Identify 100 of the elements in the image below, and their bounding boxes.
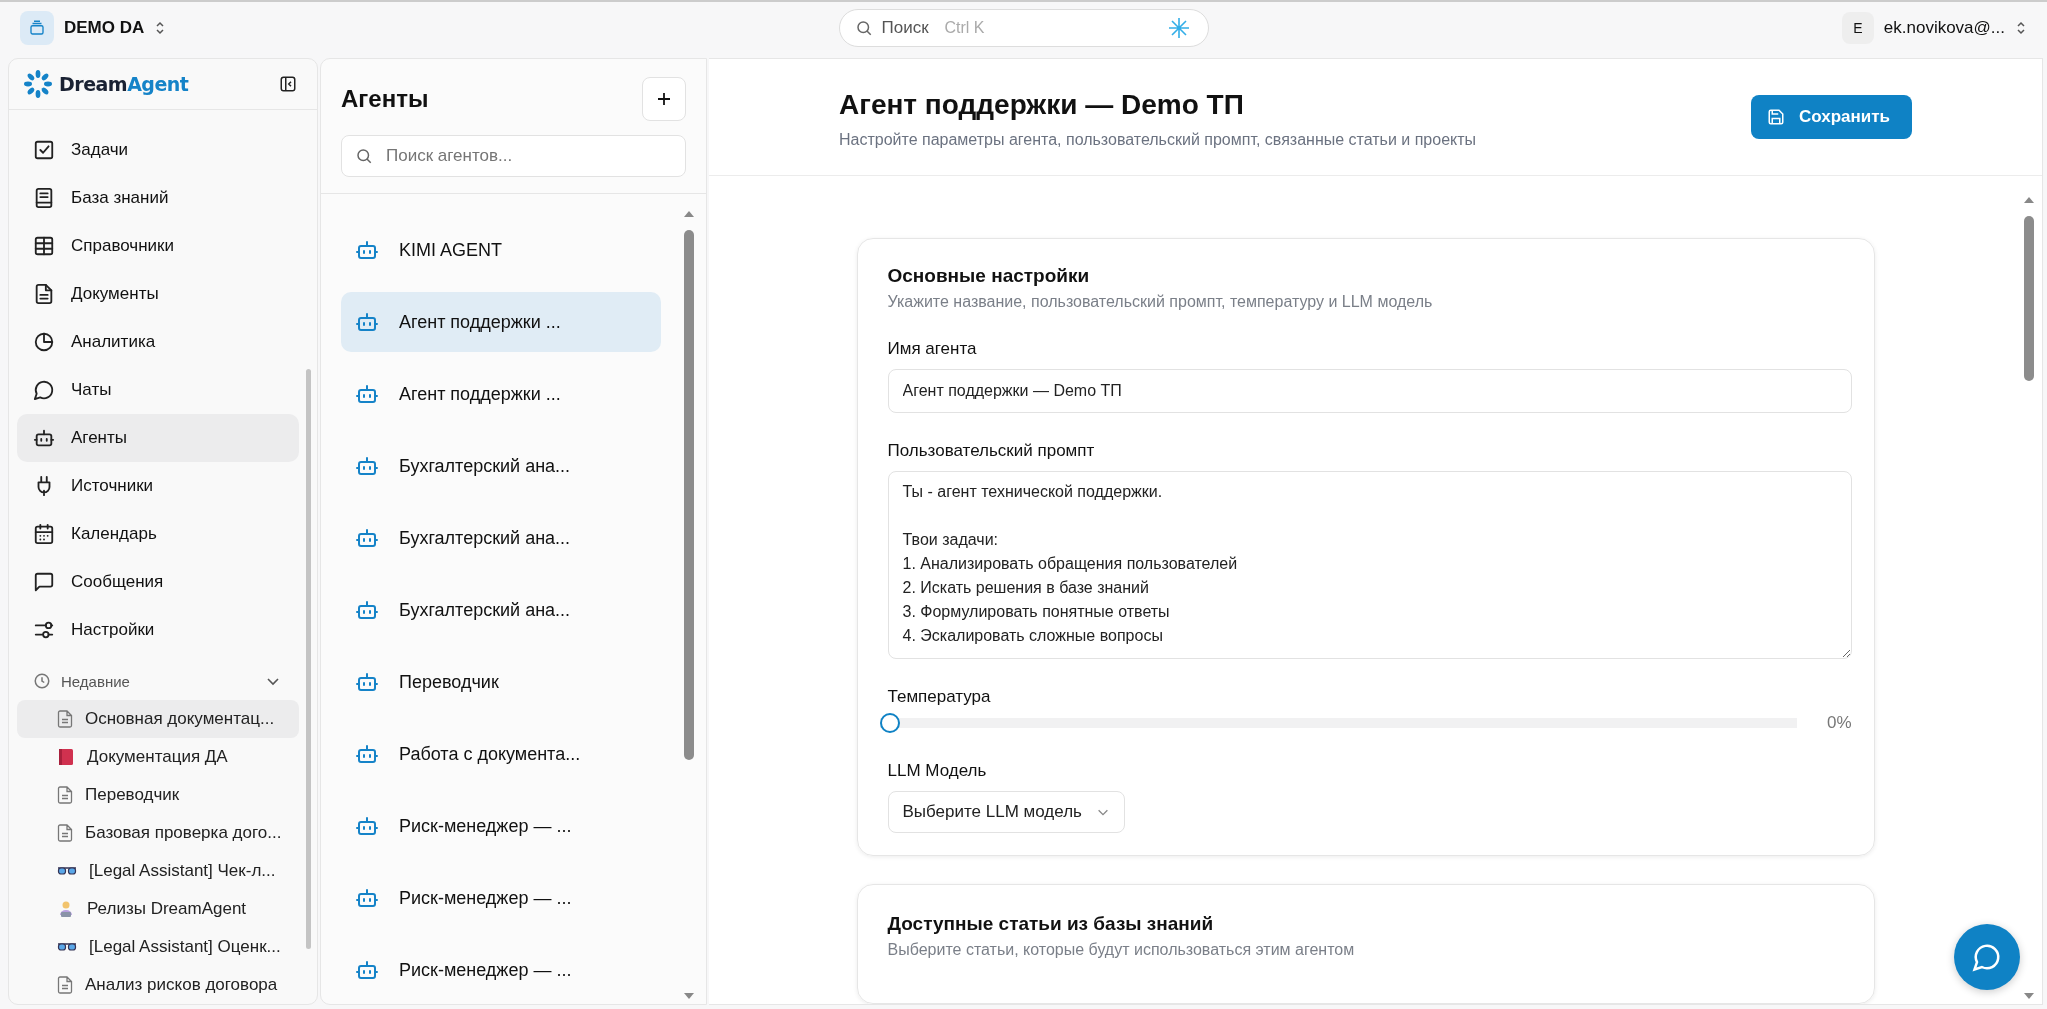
panel-title: Агенты <box>341 85 429 113</box>
shortcut-hint: Ctrl K <box>944 19 985 37</box>
scrollbar-thumb[interactable] <box>2024 216 2034 381</box>
agent-item[interactable]: Риск-менеджер — ... <box>341 940 661 1000</box>
scrollbar-thumb[interactable] <box>684 230 694 760</box>
card-subtitle: Выберите статьи, которые будут использоваться этим агентом <box>887 941 1356 959</box>
sidebar-item[interactable]: Документы <box>17 270 299 318</box>
page-subtitle: Настройте параметры агента, пользовательский промпт, связанные статьи и проекты <box>839 131 1477 149</box>
agent-item[interactable]: Риск-менеджер — ... <box>341 868 661 928</box>
recent-item[interactable]: [Legal Assistant] Чек-л... <box>17 852 299 890</box>
agent-item[interactable]: Агент поддержки ... <box>341 364 661 424</box>
agent-item[interactable]: Риск-менеджер — ... <box>341 796 661 856</box>
card-title: Доступные статьи из базы знаний <box>887 913 1215 935</box>
search-icon <box>355 147 373 165</box>
agent-search-field[interactable]: Поиск агентов... <box>341 135 686 177</box>
plus-icon <box>656 91 672 107</box>
robot-icon <box>355 814 379 838</box>
robot-icon <box>355 310 379 334</box>
agent-item[interactable]: Бухгалтерский ана... <box>341 508 661 568</box>
sidebar-collapse-icon[interactable] <box>279 75 297 93</box>
recent-item[interactable]: Базовая проверка дого... <box>17 814 299 852</box>
document-icon <box>57 976 73 994</box>
document-icon <box>57 786 73 804</box>
card-title: Основные настройки <box>887 265 1091 287</box>
nav-icon <box>33 523 55 545</box>
person-at-laptop-icon <box>57 900 75 918</box>
agent-item[interactable]: KIMI AGENT <box>341 220 661 280</box>
nav-icon <box>33 379 55 401</box>
temperature-reading: 0% <box>1826 713 1852 733</box>
sidebar-item[interactable]: Календарь <box>17 510 299 558</box>
nav-icon <box>33 619 55 641</box>
nav-icon <box>33 235 55 257</box>
agent-item[interactable]: Работа с документа... <box>341 724 661 784</box>
sidebar-item[interactable]: Аналитика <box>17 318 299 366</box>
agent-item[interactable]: Агент поддержки ... <box>341 292 661 352</box>
scroll-down-icon[interactable] <box>683 992 695 1000</box>
clock-icon <box>33 672 51 690</box>
recent-item[interactable]: Релизы DreamAgent <box>17 890 299 928</box>
logo-wordmark: DreamAgent <box>59 73 189 95</box>
recent-item[interactable]: Переводчик <box>17 776 299 814</box>
scroll-down-icon[interactable] <box>2023 992 2035 1000</box>
robot-icon <box>355 238 379 262</box>
scroll-up-icon[interactable] <box>683 210 695 218</box>
nav-icon <box>33 331 55 353</box>
scrollbar[interactable] <box>306 369 311 949</box>
sidebar-item[interactable]: Справочники <box>17 222 299 270</box>
workspace-switcher[interactable]: DEMO DA <box>64 18 145 38</box>
chevron-updown-icon <box>154 20 167 36</box>
scroll-up-icon[interactable] <box>2023 196 2035 204</box>
workspace-icon <box>20 11 54 45</box>
card-subtitle: Укажите название, пользовательский промпт, температуру и LLM модель <box>887 293 1434 311</box>
document-icon <box>57 710 73 728</box>
recent-item[interactable]: Основная документац... <box>17 700 299 738</box>
nav-icon <box>33 283 55 305</box>
save-button[interactable]: Сохранить <box>1750 95 1912 139</box>
sidebar-item[interactable]: База знаний <box>17 174 299 222</box>
agent-item[interactable]: Бухгалтерский ана... <box>341 436 661 496</box>
field-label: LLM Модель <box>887 761 988 781</box>
page-title: Агент поддержки — Demo ТП <box>839 89 1245 121</box>
add-button[interactable] <box>642 77 686 121</box>
robot-icon <box>355 526 379 550</box>
recent-item[interactable]: Документация ДА <box>17 738 299 776</box>
robot-icon <box>355 454 379 478</box>
robot-icon <box>355 742 379 766</box>
field-label: Имя агента <box>887 339 978 359</box>
model-dropdown[interactable]: Выберите LLM модель <box>887 791 1125 833</box>
sidebar-item[interactable]: Задачи <box>17 126 299 174</box>
chat-icon <box>1972 942 2002 972</box>
search-icon <box>854 19 873 37</box>
user-avatar[interactable]: E <box>1841 12 1874 44</box>
recent-item[interactable]: [Legal Assistant] Оценк... <box>17 928 299 966</box>
chat-button[interactable] <box>1954 924 2020 990</box>
user-name[interactable]: ek.novikova@... <box>1883 18 2005 38</box>
agent-item[interactable]: Переводчик <box>341 652 661 712</box>
recent-heading[interactable]: Недавние <box>61 672 255 690</box>
glasses-icon <box>57 865 77 877</box>
robot-icon <box>355 382 379 406</box>
robot-icon <box>355 886 379 910</box>
recent-item[interactable]: Анализ рисков договора <box>17 966 299 1004</box>
prompt-field[interactable]: Ты - агент технической поддержки. Твои задачи: 1. Анализировать обращения пользователей 2. Искать решения в базе знаний 3. Формулировать понятные ответы 4. Эскалировать сложные вопросы <box>887 471 1852 659</box>
robot-icon <box>355 598 379 622</box>
sidebar-item[interactable]: Сообщения <box>17 558 299 606</box>
robot-icon <box>355 670 379 694</box>
sidebar-item[interactable]: Источники <box>17 462 299 510</box>
field-label: Пользовательский промпт <box>887 441 1096 461</box>
nav-icon <box>33 427 55 449</box>
nav-icon <box>33 187 55 209</box>
agent-name-field[interactable]: Агент поддержки — Demo ТП <box>887 369 1852 413</box>
slider-thumb[interactable] <box>879 713 900 733</box>
sidebar-item[interactable]: Чаты <box>17 366 299 414</box>
sidebar-item[interactable]: Агенты <box>17 414 299 462</box>
sidebar-item[interactable]: Настройки <box>17 606 299 654</box>
agent-item[interactable]: Бухгалтерский ана... <box>341 580 661 640</box>
book-icon <box>57 748 75 766</box>
logo-icon <box>23 69 53 99</box>
nav-icon <box>33 571 55 593</box>
sparkle-icon <box>1166 16 1191 40</box>
document-icon <box>57 824 73 842</box>
nav-icon <box>33 139 55 161</box>
chevron-updown-icon <box>2015 20 2027 36</box>
